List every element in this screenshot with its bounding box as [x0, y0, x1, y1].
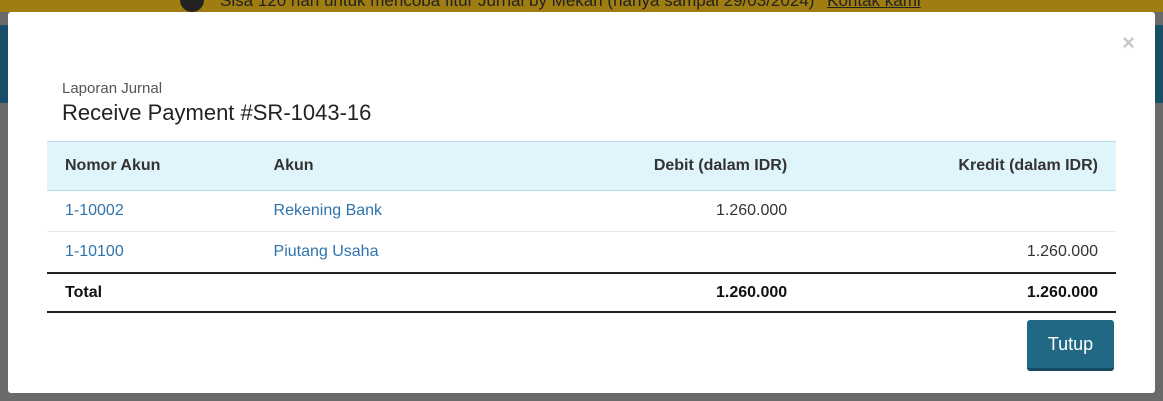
- header-debit: Debit (dalam IDR): [653, 157, 788, 174]
- journal-report-modal: × Laporan Jurnal Receive Payment #SR-104…: [8, 12, 1155, 393]
- total-debit: 1.260.000: [715, 283, 788, 301]
- total-kredit: 1.260.000: [1026, 283, 1098, 301]
- page-header-edge-left: [0, 25, 8, 103]
- table-header-row: Nomor Akun Akun Debit (dalam IDR) Kredit…: [47, 141, 1116, 191]
- table-row: 1-10002 Rekening Bank 1.260.000: [47, 191, 1116, 232]
- account-name-link[interactable]: Rekening Bank: [274, 202, 383, 219]
- table-row: 1-10100 Piutang Usaha 1.260.000: [47, 232, 1116, 274]
- header-kredit: Kredit (dalam IDR): [958, 157, 1098, 174]
- trial-banner: Sisa 120 hari untuk mencoba fitur Jurnal…: [0, 0, 1163, 12]
- account-number-link[interactable]: 1-10002: [65, 202, 124, 219]
- header-akun: Akun: [273, 157, 314, 174]
- total-row: Total 1.260.000 1.260.000: [47, 273, 1116, 312]
- close-icon[interactable]: ×: [1122, 32, 1135, 54]
- debit-cell: 1.260.000: [715, 202, 788, 219]
- header-nomor-akun: Nomor Akun: [65, 157, 161, 174]
- page-header-edge-right: [1155, 25, 1163, 103]
- kredit-cell: 1.260.000: [1026, 243, 1098, 260]
- contact-link[interactable]: Kontak kami: [827, 0, 921, 10]
- account-number-link[interactable]: 1-10100: [65, 243, 124, 260]
- info-icon: [180, 0, 204, 12]
- modal-subtitle: Laporan Jurnal: [62, 80, 163, 97]
- total-label: Total: [65, 283, 103, 301]
- debit-cell: [486, 232, 805, 274]
- kredit-cell: [805, 191, 1116, 232]
- close-button[interactable]: Tutup: [1027, 320, 1114, 371]
- account-name-link[interactable]: Piutang Usaha: [274, 243, 379, 260]
- journal-table: Nomor Akun Akun Debit (dalam IDR) Kredit…: [47, 141, 1116, 313]
- modal-title: Receive Payment #SR-1043-16: [62, 100, 372, 125]
- trial-banner-text: Sisa 120 hari untuk mencoba fitur Jurnal…: [220, 0, 815, 10]
